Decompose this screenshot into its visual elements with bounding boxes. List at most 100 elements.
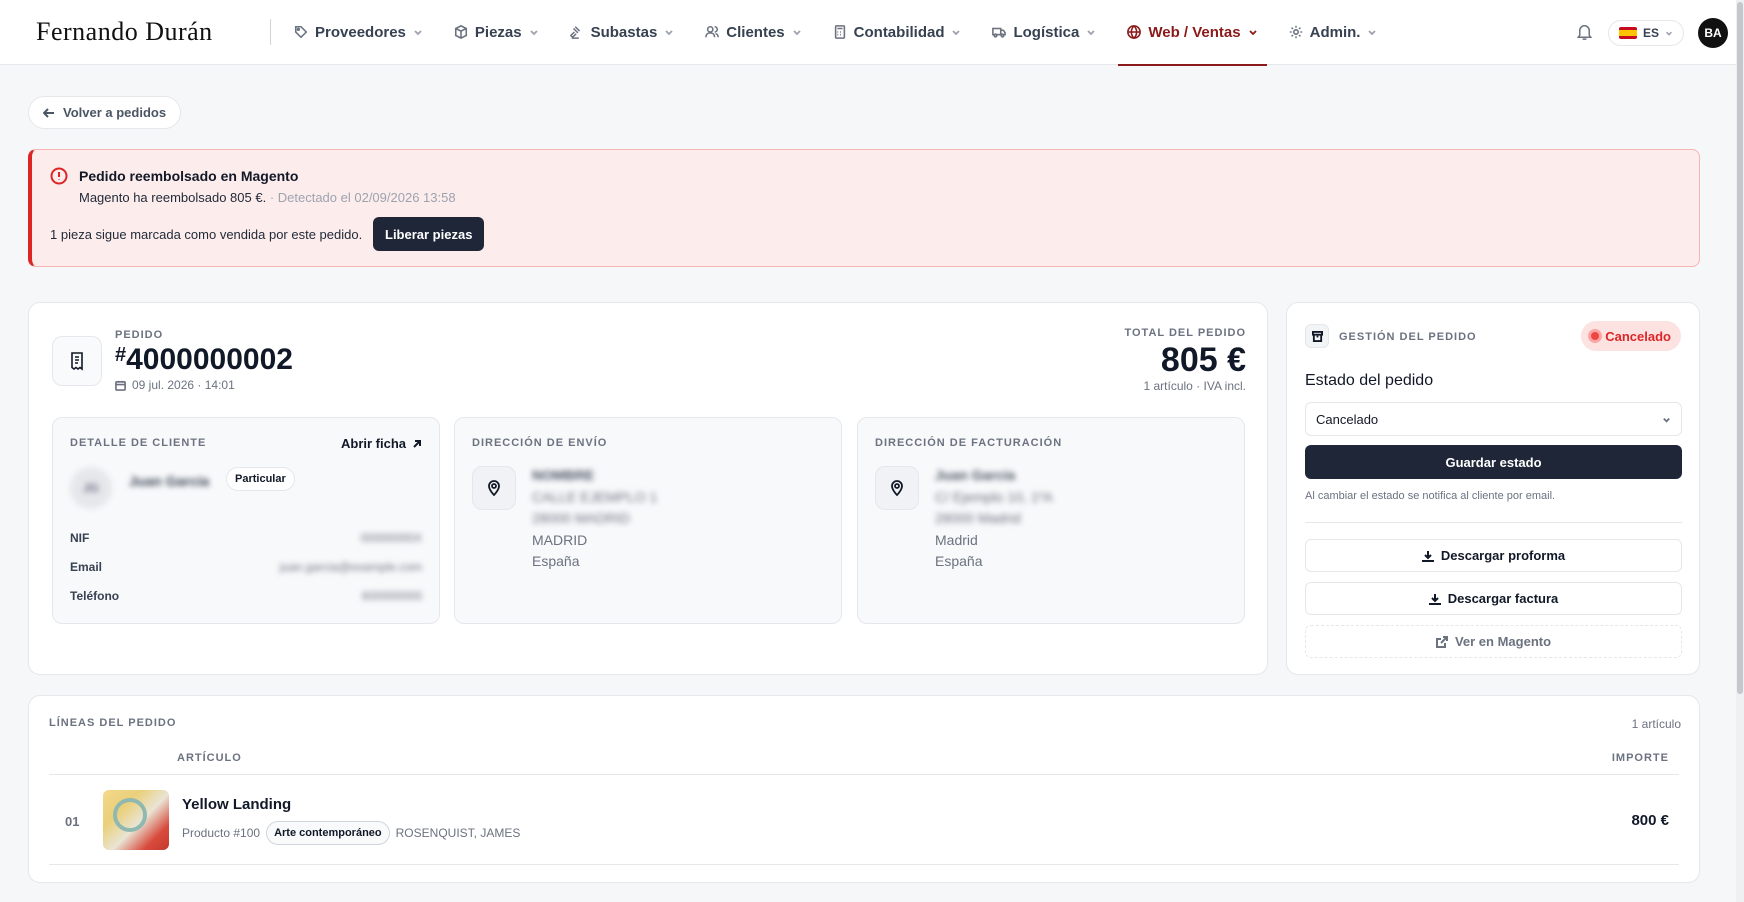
item-product: Producto #100: [182, 826, 261, 840]
billing-title: Dirección de facturación: [875, 437, 1063, 449]
field-value: juan.garcia@example.com: [279, 560, 422, 574]
download-icon: [1428, 593, 1441, 605]
nav-label: Logística: [1013, 23, 1080, 41]
order-summary-card: Pedido #4000000002 09 jul. 2026 · 14:01 …: [28, 302, 1268, 675]
order-total: 805 €: [1160, 341, 1246, 379]
receipt-icon: [52, 336, 102, 386]
order-number-value: 4000000002: [126, 343, 293, 376]
shipping-line2: 28000 MADRID: [532, 510, 631, 526]
alert-message: Magento ha reembolsado 805 €. · Detectad…: [79, 190, 456, 205]
divider: [49, 774, 1679, 775]
client-field-nif: NIF 00000000X: [70, 531, 422, 545]
shipping-city: MADRID: [532, 532, 588, 548]
order-date: 09 jul. 2026 · 14:01: [115, 378, 235, 392]
view-in-magento-button[interactable]: Ver en Magento: [1305, 625, 1682, 658]
artwork-thumbnail[interactable]: [103, 790, 169, 850]
nav-item-proveedores[interactable]: Proveedores: [285, 0, 432, 65]
map-pin-icon: [875, 466, 919, 510]
client-field-phone: Teléfono 600000000: [70, 589, 422, 603]
order-management-panel: Gestión del pedido Cancelado Estado del …: [1286, 302, 1700, 675]
chevron-down-icon: [1666, 31, 1672, 36]
billing-city: Madrid: [935, 532, 978, 548]
billing-address-card: Dirección de facturación Juan García C/ …: [857, 417, 1245, 624]
status-dot-icon: [1591, 332, 1600, 340]
brand-separator: [270, 19, 271, 45]
nav-item-clientes[interactable]: Clientes: [696, 0, 810, 65]
order-state-select[interactable]: Cancelado: [1305, 402, 1682, 436]
order-number: #4000000002: [115, 343, 293, 377]
nav-item-admin[interactable]: Admin.: [1280, 0, 1387, 65]
language-code: ES: [1642, 25, 1659, 40]
billing-line1: C/ Ejemplo 10, 1ºA: [935, 489, 1053, 505]
chevron-down-icon: [952, 30, 961, 36]
lines-title: Líneas del pedido: [49, 717, 177, 729]
topbar-actions: ES BA: [1575, 0, 1728, 65]
arrow-left-icon: [43, 107, 54, 118]
chevron-down-icon: [665, 30, 673, 36]
nav-item-piezas[interactable]: Piezas: [445, 0, 548, 65]
nav-item-contabilidad[interactable]: Contabilidad: [824, 0, 971, 65]
back-to-orders-button[interactable]: Volver a pedidos: [28, 96, 182, 129]
total-kicker: Total del pedido: [1124, 327, 1246, 339]
chevron-down-icon: [529, 30, 538, 36]
open-client-link[interactable]: Abrir ficha: [341, 436, 422, 451]
line-number: 01: [65, 814, 80, 829]
nav-label: Subastas: [590, 23, 658, 41]
top-navigation-bar: Fernando Durán Proveedores Piezas Subast…: [0, 0, 1736, 66]
nav-label: Piezas: [474, 23, 522, 41]
nav-item-web-ventas[interactable]: Web / Ventas: [1118, 0, 1267, 66]
field-label: NIF: [70, 531, 90, 545]
alert-message-text: Magento ha reembolsado 805 €.: [79, 190, 267, 205]
client-detail-card: Detalle de cliente Abrir ficha JG Juan G…: [52, 417, 440, 624]
shipping-line1: CALLE EJEMPLO 1: [532, 489, 658, 505]
save-state-button[interactable]: Guardar estado: [1305, 445, 1682, 479]
truck-icon: [992, 27, 1007, 38]
shipping-title: Dirección de envío: [472, 437, 608, 449]
arrow-up-right-icon: [413, 439, 421, 448]
release-pieces-button[interactable]: Liberar piezas: [373, 217, 485, 251]
chevron-down-icon: [1368, 30, 1377, 36]
lines-count: 1 artículo: [1631, 717, 1681, 731]
tag-icon: [294, 25, 308, 39]
divider: [1305, 522, 1682, 523]
spain-flag-icon: [1618, 26, 1637, 39]
calculator-icon: [834, 25, 845, 39]
field-value: 600000000: [361, 589, 422, 603]
item-meta: Producto #100 Arte contemporáneo ROSENQU…: [182, 821, 520, 845]
client-detail-title: Detalle de cliente: [70, 437, 207, 449]
alert-circle-icon: [50, 167, 68, 185]
status-badge-label: Cancelado: [1605, 328, 1671, 344]
client-avatar: JG: [70, 467, 112, 509]
client-name: Juan García: [129, 473, 210, 489]
shipping-address-card: Dirección de envío NOMBRE CALLE EJEMPLO …: [454, 417, 842, 624]
language-selector[interactable]: ES: [1607, 19, 1684, 46]
field-label: Email: [70, 560, 103, 574]
nav-label: Clientes: [726, 23, 785, 41]
chevron-down-icon: [414, 30, 422, 36]
nav-item-subastas[interactable]: Subastas: [561, 0, 684, 65]
back-label: Volver a pedidos: [63, 105, 167, 120]
order-total-sub: 1 artículo · IVA incl.: [1143, 379, 1247, 393]
item-name[interactable]: Yellow Landing: [182, 796, 291, 813]
bell-icon: [1576, 24, 1593, 40]
client-field-email: Email juan.garcia@example.com: [70, 560, 422, 574]
chevron-down-icon: [1248, 30, 1257, 36]
download-proforma-button[interactable]: Descargar proforma: [1305, 539, 1682, 572]
page-scrollbar[interactable]: [1736, 0, 1744, 902]
scrollbar-thumb[interactable]: [1737, 2, 1743, 694]
archive-icon: [1305, 324, 1329, 348]
nav-item-logistica[interactable]: Logística: [983, 0, 1105, 65]
item-category-badge: Arte contemporáneo: [266, 821, 390, 845]
globe-icon: [1127, 25, 1142, 39]
download-proforma-label: Descargar proforma: [1440, 548, 1566, 563]
field-label: Teléfono: [70, 589, 120, 603]
download-invoice-button[interactable]: Descargar factura: [1305, 582, 1682, 615]
user-avatar[interactable]: BA: [1698, 17, 1728, 48]
brand-logo[interactable]: Fernando Durán: [36, 17, 270, 47]
column-header-article: Artículo: [177, 752, 242, 764]
state-change-notice: Al cambiar el estado se notifica al clie…: [1305, 490, 1556, 502]
main-nav: Proveedores Piezas Subastas Clientes Con…: [285, 0, 1399, 66]
billing-country: España: [935, 553, 983, 569]
notifications-button[interactable]: [1575, 22, 1594, 44]
divider: [49, 864, 1679, 865]
